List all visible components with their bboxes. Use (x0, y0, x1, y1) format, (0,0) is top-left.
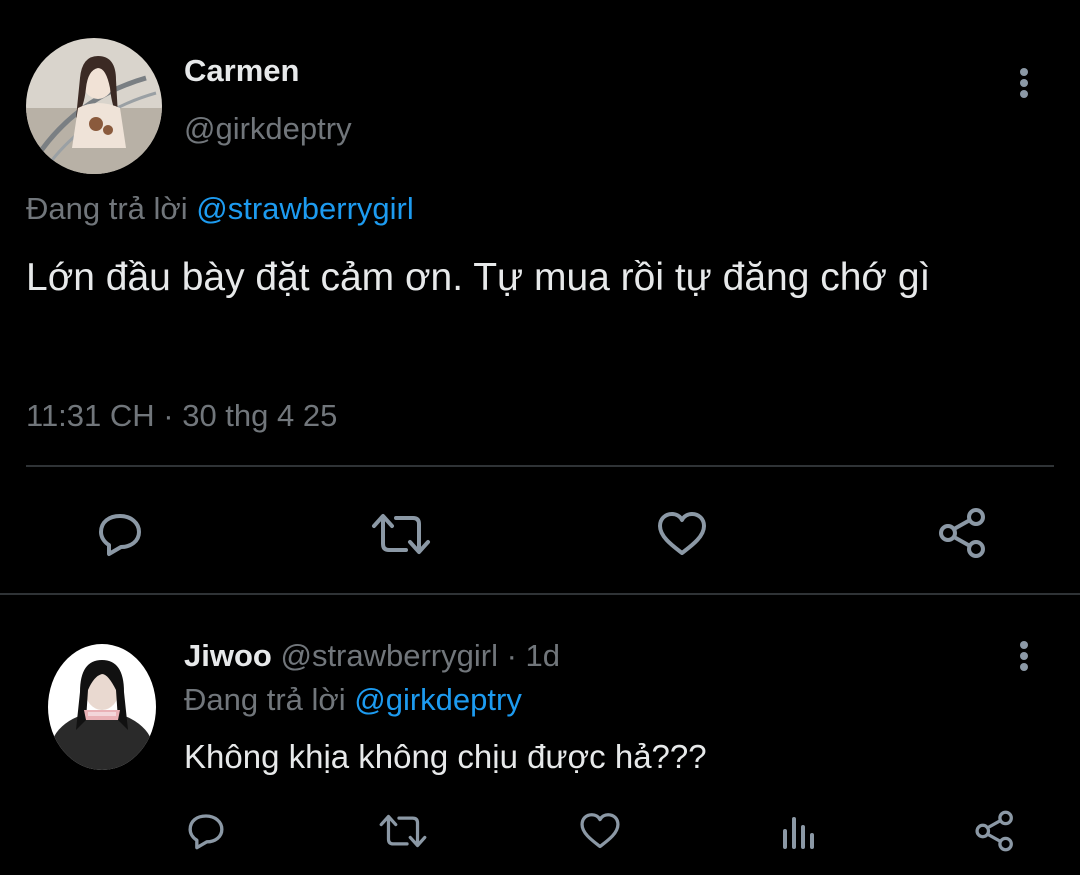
reply-context: Đang trả lời @girkdeptry (184, 680, 522, 720)
reply-icon (99, 514, 141, 556)
author-display-name[interactable]: Carmen (184, 52, 299, 90)
tweet-timestamp[interactable]: 11:31 CH · 30 thg 4 25 (26, 396, 337, 436)
reply-reply-button[interactable] (182, 808, 230, 854)
reply-context-label: Đang trả lời (26, 191, 188, 226)
like-icon (580, 813, 620, 849)
author-handle[interactable]: @girkdeptry (184, 110, 352, 148)
share-icon (975, 810, 1013, 852)
reply-retweet-button[interactable] (376, 808, 430, 854)
retweet-icon (379, 814, 427, 848)
avatar-jiwoo[interactable] (48, 644, 156, 770)
views-icon (783, 817, 814, 849)
tweet-text: Lớn đầu bày đặt cảm ơn. Tự mua rồi tự đă… (26, 256, 931, 299)
reply-more-options-button[interactable] (1018, 641, 1030, 671)
reply-text: Không khịa không chịu được hả??? (184, 738, 707, 775)
reply-age[interactable]: 1d (526, 638, 560, 673)
reply-header: Jiwoo @strawberrygirl · 1d (184, 636, 560, 676)
reply-icon (188, 814, 224, 850)
reply-context-label: Đang trả lời (184, 682, 346, 717)
reply-share-button[interactable] (970, 806, 1020, 856)
more-options-button[interactable] (1018, 68, 1030, 98)
reply-separator: · (506, 638, 517, 673)
share-icon (939, 508, 985, 558)
section-divider (0, 593, 1080, 595)
reply-like-button[interactable] (576, 808, 624, 854)
more-vertical-icon (1020, 641, 1028, 649)
reply-author-display-name[interactable]: Jiwoo (184, 638, 272, 673)
reply-to-link[interactable]: @strawberrygirl (196, 191, 414, 226)
reply-views-button[interactable] (776, 808, 820, 854)
share-button[interactable] (934, 504, 992, 562)
avatar-carmen-image (26, 38, 162, 174)
like-button[interactable] (654, 506, 710, 562)
divider (26, 465, 1054, 467)
more-vertical-icon (1020, 68, 1028, 76)
reply-context: Đang trả lời @strawberrygirl (26, 190, 414, 228)
retweet-button[interactable] (370, 506, 432, 562)
reply-button[interactable] (92, 506, 148, 562)
like-icon (658, 512, 706, 555)
reply-author-handle[interactable]: @strawberrygirl (280, 638, 498, 673)
reply-to-link[interactable]: @girkdeptry (354, 682, 522, 717)
avatar-jiwoo-image (48, 644, 156, 770)
avatar-carmen[interactable] (26, 38, 162, 174)
retweet-icon (372, 514, 430, 554)
